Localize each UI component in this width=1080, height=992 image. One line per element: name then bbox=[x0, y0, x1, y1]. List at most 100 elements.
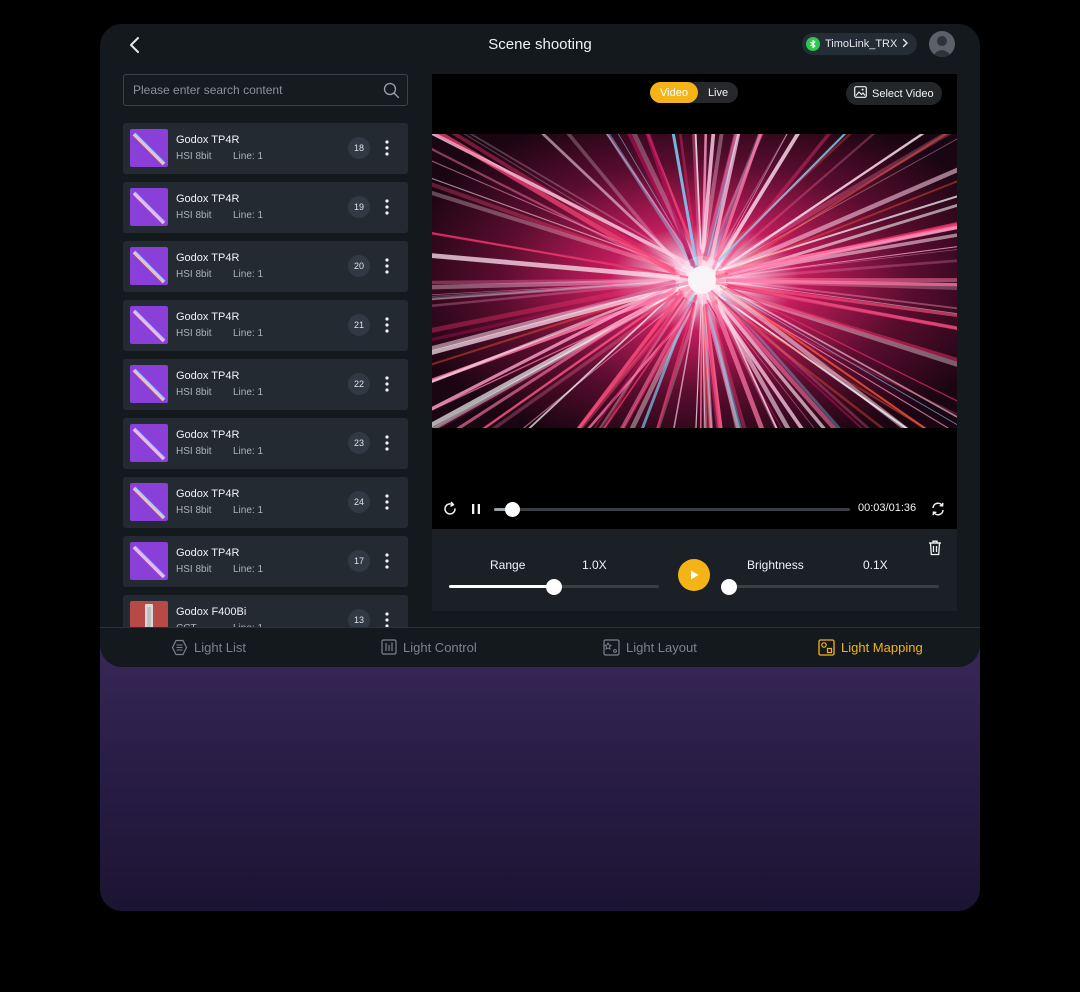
light-thumbnail bbox=[130, 247, 168, 285]
light-thumbnail bbox=[130, 188, 168, 226]
list-icon bbox=[171, 639, 188, 656]
light-mode: HSI 8bit bbox=[176, 269, 212, 280]
light-number-badge: 24 bbox=[348, 491, 370, 513]
play-icon bbox=[691, 570, 699, 580]
light-thumbnail bbox=[130, 601, 168, 627]
video-preview[interactable] bbox=[432, 134, 957, 428]
light-name: Godox TP4R bbox=[176, 311, 240, 323]
brightness-slider-thumb[interactable] bbox=[721, 579, 737, 595]
replay-icon[interactable] bbox=[442, 501, 458, 517]
light-number-badge: 23 bbox=[348, 432, 370, 454]
pause-icon[interactable] bbox=[468, 501, 484, 517]
light-line: Line: 1 bbox=[233, 210, 264, 221]
light-list-item[interactable]: Godox TP4R HSI 8bit Line: 1 21 bbox=[123, 300, 408, 351]
light-thumbnail bbox=[130, 483, 168, 521]
light-name: Godox TP4R bbox=[176, 488, 240, 500]
tab-light-list[interactable]: Light List bbox=[171, 639, 246, 656]
tab-video[interactable]: Video bbox=[650, 82, 698, 103]
light-mode: HSI 8bit bbox=[176, 446, 212, 457]
light-thumbnail bbox=[130, 542, 168, 580]
light-mode: HSI 8bit bbox=[176, 151, 212, 162]
light-list-item[interactable]: Godox TP4R HSI 8bit Line: 1 17 bbox=[123, 536, 408, 587]
light-mode: HSI 8bit bbox=[176, 564, 212, 575]
light-number-badge: 19 bbox=[348, 196, 370, 218]
more-options-icon[interactable] bbox=[381, 374, 393, 394]
light-list-item[interactable]: Godox TP4R HSI 8bit Line: 1 23 bbox=[123, 418, 408, 469]
more-options-icon[interactable] bbox=[381, 138, 393, 158]
light-thumbnail bbox=[130, 365, 168, 403]
light-name: Godox TP4R bbox=[176, 193, 240, 205]
loop-icon[interactable] bbox=[930, 501, 946, 517]
brightness-label: Brightness bbox=[747, 558, 804, 572]
light-list-item[interactable]: Godox TP4R HSI 8bit Line: 1 22 bbox=[123, 359, 408, 410]
tab-light-layout[interactable]: Light Layout bbox=[603, 639, 697, 656]
light-number-badge: 13 bbox=[348, 609, 370, 627]
video-panel: Video Live Select Video 00:03/01:36 Rang… bbox=[432, 74, 957, 611]
chevron-right-icon bbox=[902, 38, 909, 51]
light-line: Line: 1 bbox=[233, 564, 264, 575]
more-options-icon[interactable] bbox=[381, 551, 393, 571]
bottom-tab-bar: Light List Light Control Light Layout Li… bbox=[100, 627, 980, 667]
bluetooth-icon bbox=[806, 37, 820, 51]
light-line: Line: 1 bbox=[233, 151, 264, 162]
more-options-icon[interactable] bbox=[381, 492, 393, 512]
tab-live[interactable]: Live bbox=[698, 82, 738, 103]
header: Scene shooting TimoLink_TRX bbox=[100, 24, 980, 66]
light-list-item[interactable]: Godox TP4R HSI 8bit Line: 1 19 bbox=[123, 182, 408, 233]
trash-icon[interactable] bbox=[927, 539, 943, 556]
more-options-icon[interactable] bbox=[381, 433, 393, 453]
light-list-item[interactable]: Godox TP4R HSI 8bit Line: 1 20 bbox=[123, 241, 408, 292]
adjust-panel: Range 1.0X Brightness 0.1X bbox=[432, 529, 957, 611]
brightness-value: 0.1X bbox=[863, 558, 888, 572]
light-number-badge: 21 bbox=[348, 314, 370, 336]
more-options-icon[interactable] bbox=[381, 315, 393, 335]
search-box bbox=[123, 74, 408, 106]
light-thumbnail bbox=[130, 306, 168, 344]
app-window: Scene shooting TimoLink_TRX Godox TP4R HS… bbox=[100, 24, 980, 667]
light-name: Godox TP4R bbox=[176, 134, 240, 146]
more-options-icon[interactable] bbox=[381, 197, 393, 217]
progress-bar[interactable] bbox=[494, 502, 850, 517]
light-thumbnail bbox=[130, 424, 168, 462]
light-number-badge: 18 bbox=[348, 137, 370, 159]
light-list-item[interactable]: Godox TP4R HSI 8bit Line: 1 24 bbox=[123, 477, 408, 528]
more-options-icon[interactable] bbox=[381, 610, 393, 627]
light-mode: HSI 8bit bbox=[176, 505, 212, 516]
range-slider-thumb[interactable] bbox=[546, 579, 562, 595]
light-list: Godox TP4R HSI 8bit Line: 1 18 Godox TP4R HSI… bbox=[123, 123, 408, 627]
tab-label: Light Layout bbox=[626, 640, 697, 655]
playback-time: 00:03/01:36 bbox=[858, 502, 917, 514]
search-icon[interactable] bbox=[383, 82, 400, 99]
tab-label: Light Mapping bbox=[841, 640, 923, 655]
light-line: Line: 1 bbox=[233, 446, 264, 457]
device-selector[interactable]: TimoLink_TRX bbox=[802, 33, 918, 55]
select-video-button[interactable]: Select Video bbox=[846, 82, 942, 105]
light-number-badge: 22 bbox=[348, 373, 370, 395]
light-number-badge: 20 bbox=[348, 255, 370, 277]
light-list-item[interactable]: Godox F400BiCCTLine: 113 bbox=[123, 595, 408, 627]
range-label: Range bbox=[490, 558, 526, 572]
progress-thumb[interactable] bbox=[504, 502, 520, 517]
light-thumbnail bbox=[130, 129, 168, 167]
light-name: Godox TP4R bbox=[176, 429, 240, 441]
light-line: Line: 1 bbox=[233, 387, 264, 398]
range-slider-fill bbox=[449, 585, 554, 588]
brightness-slider[interactable] bbox=[721, 579, 939, 595]
avatar[interactable] bbox=[929, 31, 955, 57]
light-mode: HSI 8bit bbox=[176, 387, 212, 398]
more-options-icon[interactable] bbox=[381, 256, 393, 276]
light-mode: HSI 8bit bbox=[176, 328, 212, 339]
playback-controls: 00:03/01:36 bbox=[432, 499, 957, 519]
mapping-icon bbox=[818, 639, 835, 656]
tab-light-mapping[interactable]: Light Mapping bbox=[818, 639, 923, 656]
light-name: Godox F400Bi bbox=[176, 606, 247, 618]
control-icon bbox=[381, 639, 397, 655]
range-slider[interactable] bbox=[449, 579, 659, 595]
search-input[interactable] bbox=[124, 75, 374, 105]
light-line: Line: 1 bbox=[233, 269, 264, 280]
light-name: Godox TP4R bbox=[176, 252, 240, 264]
tab-light-control[interactable]: Light Control bbox=[381, 639, 477, 655]
light-list-item[interactable]: Godox TP4R HSI 8bit Line: 1 18 bbox=[123, 123, 408, 174]
device-name: TimoLink_TRX bbox=[825, 38, 898, 50]
play-button[interactable] bbox=[678, 559, 710, 591]
